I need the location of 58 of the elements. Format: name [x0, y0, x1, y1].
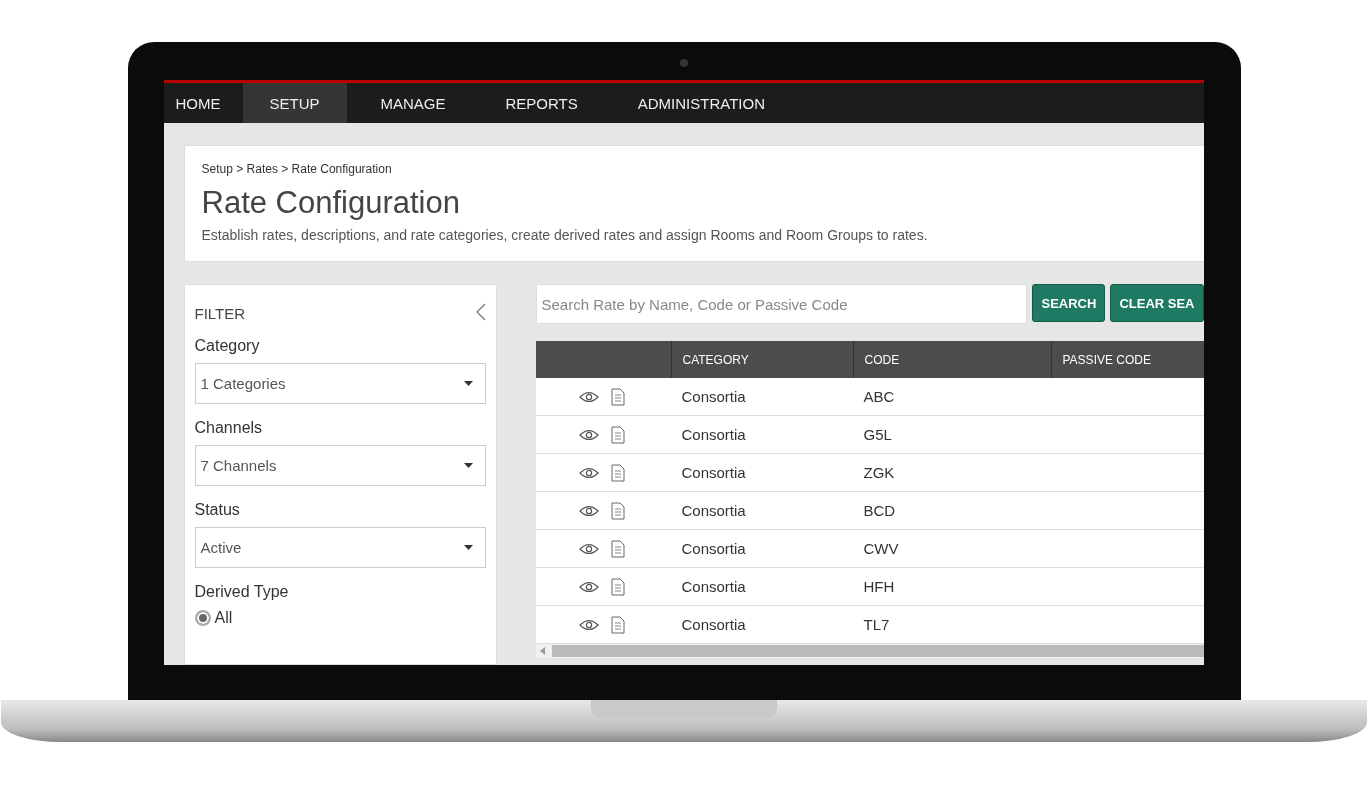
caret-icon: [463, 381, 473, 386]
document-icon[interactable]: [610, 463, 625, 482]
search-field[interactable]: Search Rate by Name, Code or Passive Code: [535, 284, 1028, 324]
page-description: Establish rates, descriptions, and rate categories, create derived rates and assign Rooms and Room Groups to rates.: [201, 227, 929, 243]
table-cell-text: Consortia: [680, 615, 747, 635]
table-cell-text: TL7: [862, 615, 891, 635]
camera-icon: [679, 59, 688, 67]
table-cell-text: Consortia: [680, 539, 747, 559]
document-icon[interactable]: [610, 539, 625, 558]
column-header: CODE: [852, 341, 1051, 378]
caret-icon: [463, 545, 473, 550]
view-eye-icon[interactable]: [578, 466, 599, 479]
collapse-icon[interactable]: [475, 302, 486, 321]
nav-tab[interactable]: SETUP: [242, 83, 347, 123]
filter-label: Derived Type: [194, 583, 290, 601]
nav-tab[interactable]: MANAGE: [356, 83, 470, 123]
caret-icon: [463, 463, 473, 468]
scroll-left-icon[interactable]: [539, 647, 546, 655]
nav-tab[interactable]: ADMINISTRATION: [613, 83, 789, 123]
table-cell-text: Consortia: [680, 501, 747, 521]
document-icon[interactable]: [610, 387, 625, 406]
search-button[interactable]: CLEAR SEA: [1110, 284, 1204, 322]
document-icon[interactable]: [610, 425, 625, 444]
document-icon[interactable]: [610, 501, 625, 520]
table-cell-text: ABC: [862, 387, 896, 407]
filter-label: Status: [194, 501, 241, 519]
dropdown[interactable]: 1 Categories: [194, 363, 486, 404]
column-header: PASSIVE CODE: [1050, 341, 1204, 378]
filter-label: Channels: [194, 419, 264, 437]
nav-tab[interactable]: HOME: [163, 83, 233, 123]
view-eye-icon[interactable]: [578, 580, 599, 593]
table-cell-text: G5L: [862, 425, 893, 445]
search-button[interactable]: SEARCH: [1032, 284, 1106, 322]
document-icon[interactable]: [610, 577, 625, 596]
filter-title: FILTER: [194, 305, 246, 322]
page-title: Rate Configuration: [201, 185, 461, 221]
breadcrumb: Setup > Rates > Rate Configuration: [201, 162, 393, 176]
filter-label: Category: [194, 337, 261, 355]
view-eye-icon[interactable]: [578, 542, 599, 555]
horizontal-scrollbar[interactable]: [535, 644, 1204, 658]
table-cell-text: Consortia: [680, 463, 747, 483]
dropdown[interactable]: Active: [194, 527, 486, 568]
view-eye-icon[interactable]: [578, 618, 599, 631]
column-header: CATEGORY: [670, 341, 853, 378]
table-cell-text: Consortia: [680, 577, 747, 597]
table-cell-text: CWV: [862, 539, 900, 559]
document-icon[interactable]: [610, 615, 625, 634]
table-cell-text: HFH: [862, 577, 896, 597]
table-cell-text: BCD: [862, 501, 897, 521]
view-eye-icon[interactable]: [578, 428, 599, 441]
table-cell-text: Consortia: [680, 387, 747, 407]
dropdown[interactable]: 7 Channels: [194, 445, 486, 486]
table-cell-text: ZGK: [862, 463, 896, 483]
view-eye-icon[interactable]: [578, 390, 599, 403]
radio-option[interactable]: All: [194, 609, 486, 627]
nav-tab[interactable]: REPORTS: [481, 83, 602, 123]
table-cell-text: Consortia: [680, 425, 747, 445]
view-eye-icon[interactable]: [578, 504, 599, 517]
